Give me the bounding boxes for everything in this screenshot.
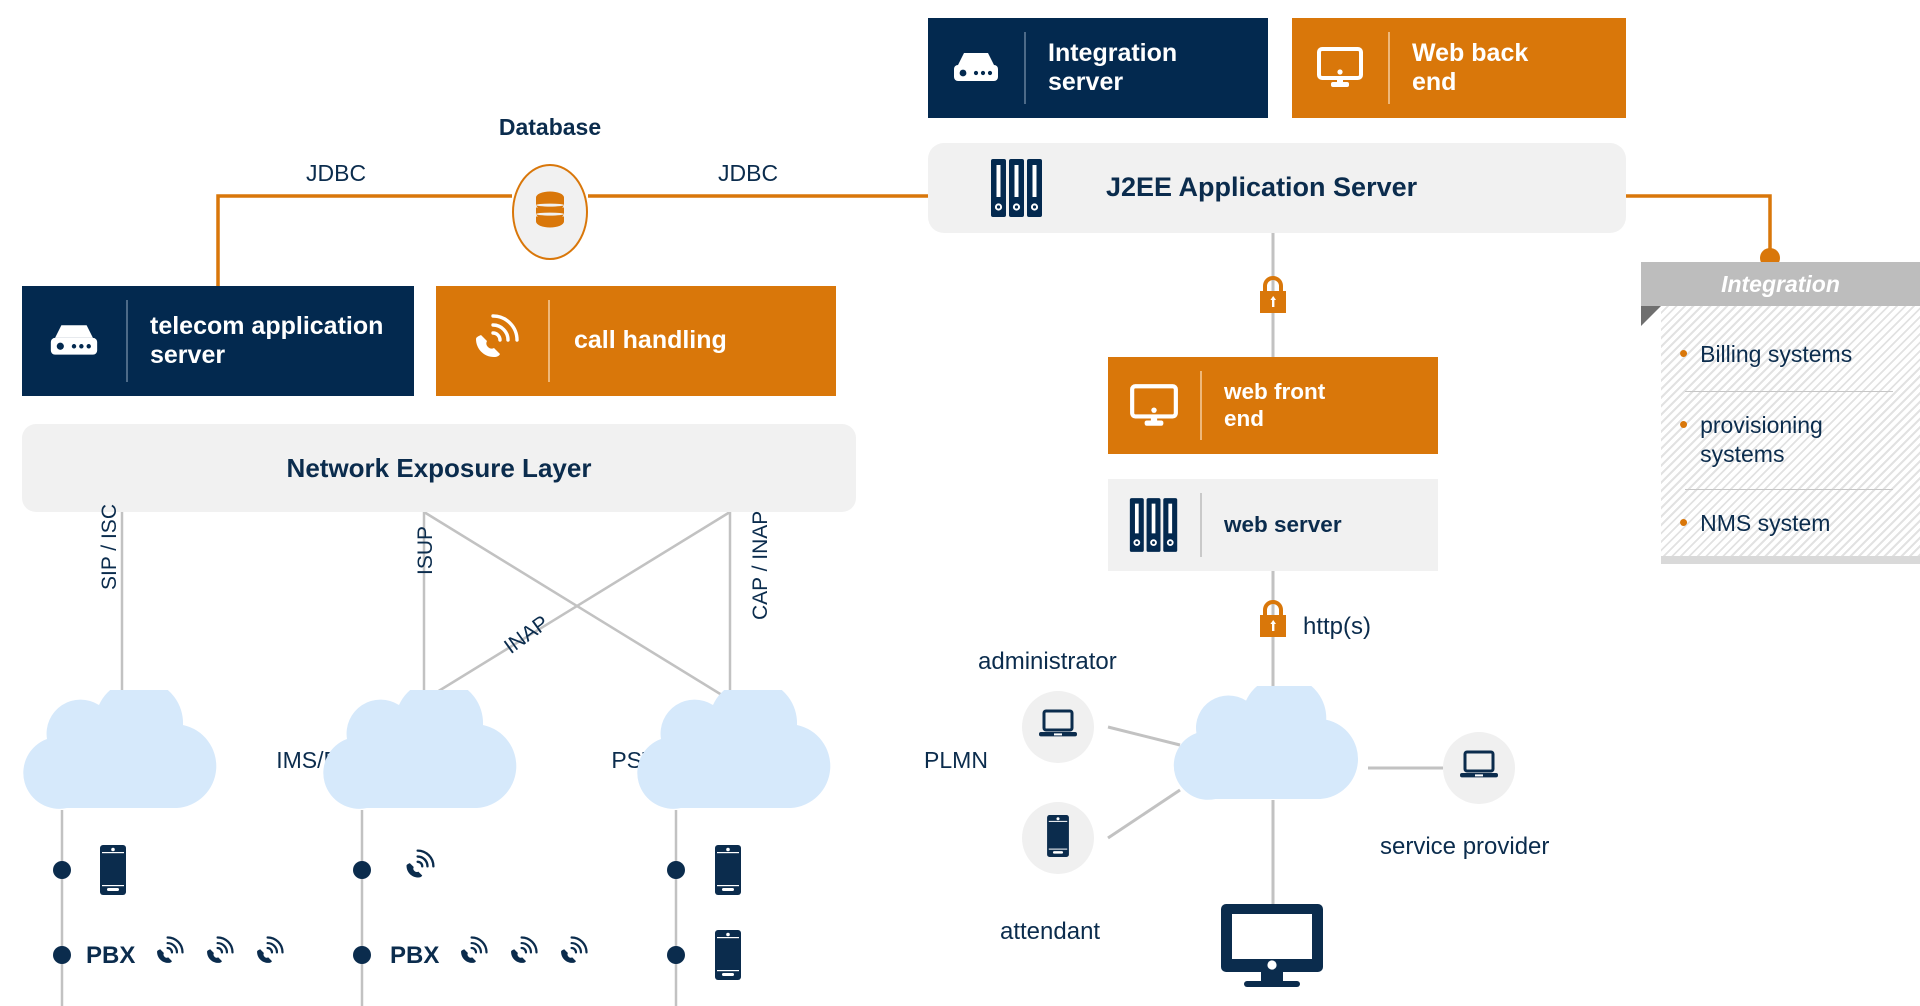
monitor-icon <box>1292 46 1388 90</box>
device-row-plmn-2 <box>715 930 741 985</box>
integration-list-item[interactable]: • provisioning systems <box>1679 409 1904 470</box>
device-row-pstn-1 <box>398 848 436 891</box>
tile-web-front-end-label: web front end <box>1224 378 1326 431</box>
tile-integration-server[interactable]: Integration server <box>928 18 1268 118</box>
device-row-ims-1 <box>100 845 126 900</box>
tile-j2ee-application-server[interactable]: J2EE Application Server <box>928 143 1626 233</box>
integration-list-item-label: NMS system <box>1700 510 1831 536</box>
laptop-icon <box>1459 749 1499 788</box>
architecture-diagram: Integration server Web back end J2EE App… <box>0 0 1920 1006</box>
monitor-icon <box>1108 383 1200 429</box>
protocol-label-cap-inap: CAP / INAP <box>749 510 772 620</box>
node-attendant[interactable] <box>1022 802 1094 874</box>
bullet-icon: • <box>1679 409 1689 439</box>
tile-web-server-label: web server <box>1224 511 1342 537</box>
tile-integration-server-label: Integration server <box>1048 38 1178 97</box>
cloud-pstn[interactable]: PSTN <box>312 679 673 815</box>
phone-ring-icon <box>149 935 185 976</box>
node-desktop-monitor[interactable] <box>1218 902 1326 997</box>
bullet-icon: • <box>1679 338 1689 368</box>
node-service-provider[interactable] <box>1443 732 1515 804</box>
edge-label-jdbc-right: JDBC <box>718 160 779 186</box>
tile-telecom-label: telecom application server <box>150 311 384 370</box>
database-cylinder-icon <box>533 191 567 234</box>
label-service-provider: service provider <box>1380 833 1550 860</box>
smartphone-icon <box>1047 814 1069 862</box>
phone-ring-icon <box>249 935 285 976</box>
phone-ring-icon <box>453 935 489 976</box>
laptop-icon <box>1038 708 1078 747</box>
integration-list-item[interactable]: • Billing systems <box>1679 338 1904 369</box>
cloud-shape <box>637 679 831 809</box>
list-divider <box>1685 489 1893 490</box>
padlock-icon-https <box>1255 596 1291 640</box>
pbx-label: PBX <box>86 941 136 969</box>
smartphone-icon <box>715 845 741 900</box>
edge-label-jdbc-left: JDBC <box>306 160 367 186</box>
cloud-access-network[interactable] <box>1163 676 1373 806</box>
tile-network-exposure-layer[interactable]: Network Exposure Layer <box>22 424 856 512</box>
tile-web-back-end-label: Web back end <box>1412 38 1529 97</box>
phone-ring-icon <box>503 935 539 976</box>
server-icon <box>928 49 1024 87</box>
integration-list-item-label: provisioning systems <box>1700 412 1823 468</box>
smartphone-icon <box>715 930 741 985</box>
cloud-shape <box>23 679 217 809</box>
protocol-label-sip-isc: SIP / ISC <box>98 504 121 590</box>
label-attendant: attendant <box>1000 918 1101 945</box>
monitor-icon <box>1218 904 1326 996</box>
database-node[interactable] <box>512 164 588 260</box>
integration-panel-footer <box>1661 556 1920 564</box>
smartphone-icon <box>100 845 126 900</box>
phone-ring-icon <box>398 848 436 891</box>
binders-icon <box>1108 496 1200 554</box>
device-row-plmn-1 <box>715 845 741 900</box>
tile-divider <box>1388 32 1390 104</box>
tile-call-handling-label: call handling <box>574 326 727 355</box>
pbx-label: PBX <box>390 941 440 969</box>
integration-panel-header: Integration <box>1641 262 1920 306</box>
bullet-icon: • <box>1679 507 1689 537</box>
cloud-ims-pre-ims[interactable]: IMS/Pre-IMS <box>12 679 408 815</box>
integration-panel[interactable]: Integration • Billing systems • provisio… <box>1641 262 1920 568</box>
phone-ring-icon <box>436 312 548 370</box>
padlock-icon-j2ee-to-frontend <box>1255 272 1291 316</box>
cloud-shape <box>323 679 517 809</box>
tile-telecom-application-server[interactable]: telecom application server <box>22 286 414 396</box>
tile-j2ee-label: J2EE Application Server <box>1106 172 1418 203</box>
integration-panel-title: Integration <box>1721 270 1840 297</box>
tile-divider <box>1024 32 1026 104</box>
cloud-plmn[interactable]: PLMN <box>626 679 988 815</box>
tile-call-handling[interactable]: call handling <box>436 286 836 396</box>
protocol-label-isup: ISUP <box>414 525 437 575</box>
node-administrator[interactable] <box>1022 691 1094 763</box>
tile-divider <box>1200 493 1202 557</box>
integration-list-item[interactable]: • NMS system <box>1679 507 1904 538</box>
label-administrator: administrator <box>978 648 1117 675</box>
device-row-pstn-2: PBX <box>390 935 589 976</box>
tile-divider <box>548 300 550 382</box>
tile-web-server[interactable]: web server <box>1108 479 1438 571</box>
phone-ring-icon <box>199 935 235 976</box>
tile-network-exposure-layer-label: Network Exposure Layer <box>286 452 592 483</box>
tile-web-front-end[interactable]: web front end <box>1108 357 1438 454</box>
tile-divider <box>126 300 128 382</box>
list-divider <box>1685 391 1893 392</box>
protocol-label-inap: INAP <box>500 611 554 659</box>
binders-icon <box>928 157 1106 219</box>
tile-divider <box>1200 371 1202 440</box>
edge-label-https: http(s) <box>1303 613 1372 640</box>
phone-ring-icon <box>553 935 589 976</box>
device-row-ims-2: PBX <box>86 935 285 976</box>
cloud-shape <box>1173 676 1359 800</box>
server-icon <box>22 321 126 361</box>
database-title: Database <box>498 114 602 140</box>
tile-web-back-end[interactable]: Web back end <box>1292 18 1626 118</box>
ribbon-fold-icon <box>1641 306 1661 326</box>
integration-list-item-label: Billing systems <box>1700 341 1853 367</box>
